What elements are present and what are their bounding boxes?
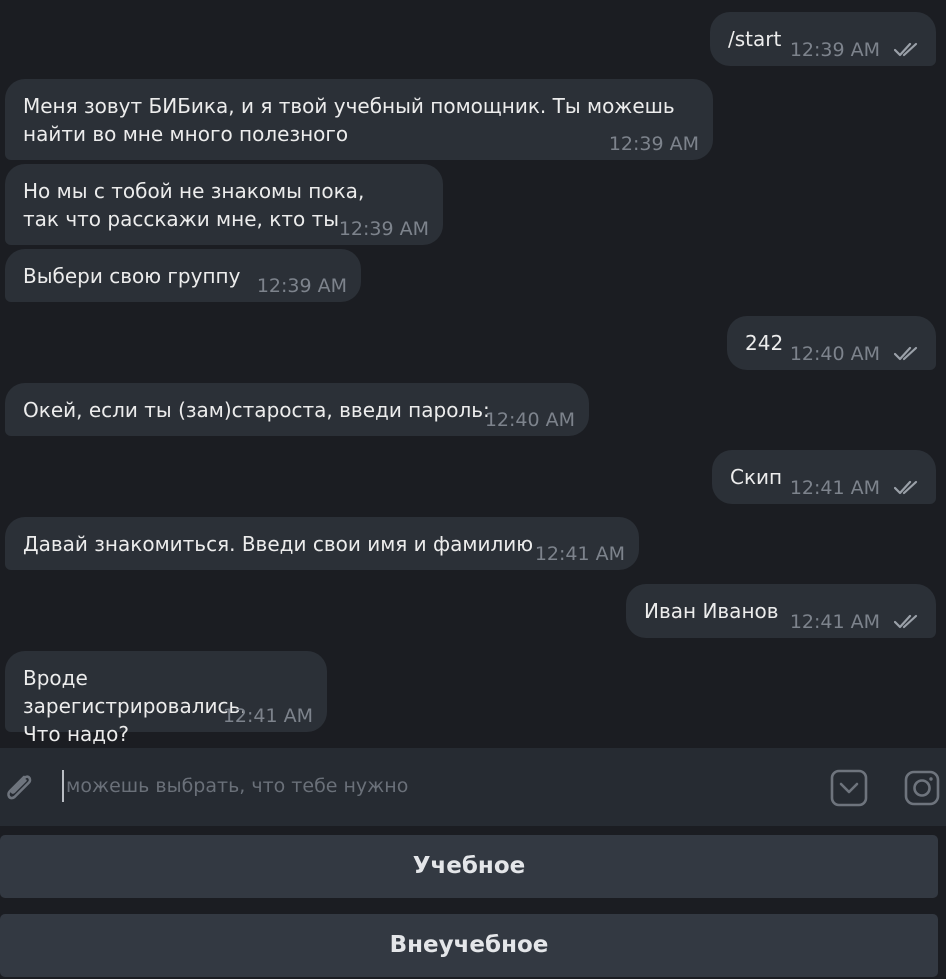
message-meta: 12:39 AM (257, 275, 347, 297)
message-meta: 12:41 AM (790, 477, 924, 499)
message-list[interactable]: /start 12:39 AM Меня зовут БИБика, и я т… (0, 0, 946, 748)
message-meta: 12:41 AM (790, 611, 924, 633)
message-composer (0, 748, 946, 826)
keyboard-button-educational[interactable]: Учебное (0, 835, 938, 898)
camera-icon[interactable] (902, 769, 942, 807)
double-check-icon (894, 346, 924, 362)
reply-keyboard: Учебное Внеучебное (0, 826, 946, 979)
message-time: 12:41 AM (789, 611, 880, 633)
message-outgoing[interactable]: /start 12:39 AM (710, 12, 936, 66)
chat-window: /start 12:39 AM Меня зовут БИБика, и я т… (0, 0, 946, 979)
message-meta: 12:39 AM (609, 133, 699, 155)
message-input[interactable] (62, 770, 806, 802)
message-time: 12:40 AM (484, 409, 575, 431)
message-text: Меня зовут БИБика, и я твой учебный помо… (23, 94, 675, 146)
message-time: 12:40 AM (789, 343, 880, 365)
double-check-icon (894, 42, 924, 58)
message-meta: 12:40 AM (485, 409, 575, 431)
message-time: 12:41 AM (789, 477, 880, 499)
keyboard-button-extracurricular[interactable]: Внеучебное (0, 914, 938, 977)
message-incoming[interactable]: Давай знакомиться. Введи свои имя и фами… (5, 517, 639, 570)
message-outgoing[interactable]: Иван Иванов 12:41 AM (626, 584, 936, 638)
message-incoming[interactable]: Выбери свою группу 12:39 AM (5, 249, 361, 302)
message-time: 12:41 AM (534, 543, 625, 565)
message-incoming[interactable]: Но мы с тобой не знакомы пока, так что р… (5, 164, 443, 245)
message-meta: 12:41 AM (223, 705, 313, 727)
message-incoming[interactable]: Меня зовут БИБика, и я твой учебный помо… (5, 79, 713, 160)
message-outgoing[interactable]: 242 12:40 AM (727, 316, 936, 370)
message-time: 12:39 AM (789, 39, 880, 61)
message-time: 12:39 AM (338, 218, 429, 240)
message-time: 12:41 AM (222, 705, 313, 727)
message-meta: 12:39 AM (339, 218, 429, 240)
message-meta: 12:40 AM (790, 343, 924, 365)
double-check-icon (894, 480, 924, 496)
message-outgoing[interactable]: Скип 12:41 AM (712, 450, 936, 504)
paperclip-icon[interactable] (0, 768, 38, 806)
message-text: Давай знакомиться. Введи свои имя и фами… (23, 532, 534, 556)
message-time: 12:39 AM (608, 133, 699, 155)
keyboard-toggle-icon[interactable] (830, 769, 868, 807)
message-incoming[interactable]: Окей, если ты (зам)староста, введи парол… (5, 383, 589, 436)
message-meta: 12:41 AM (535, 543, 625, 565)
double-check-icon (894, 614, 924, 630)
message-time: 12:39 AM (256, 275, 347, 297)
message-incoming[interactable]: Вроде зарегистрировались. Что надо? 12:4… (5, 651, 327, 746)
message-meta: 12:39 AM (790, 39, 924, 61)
